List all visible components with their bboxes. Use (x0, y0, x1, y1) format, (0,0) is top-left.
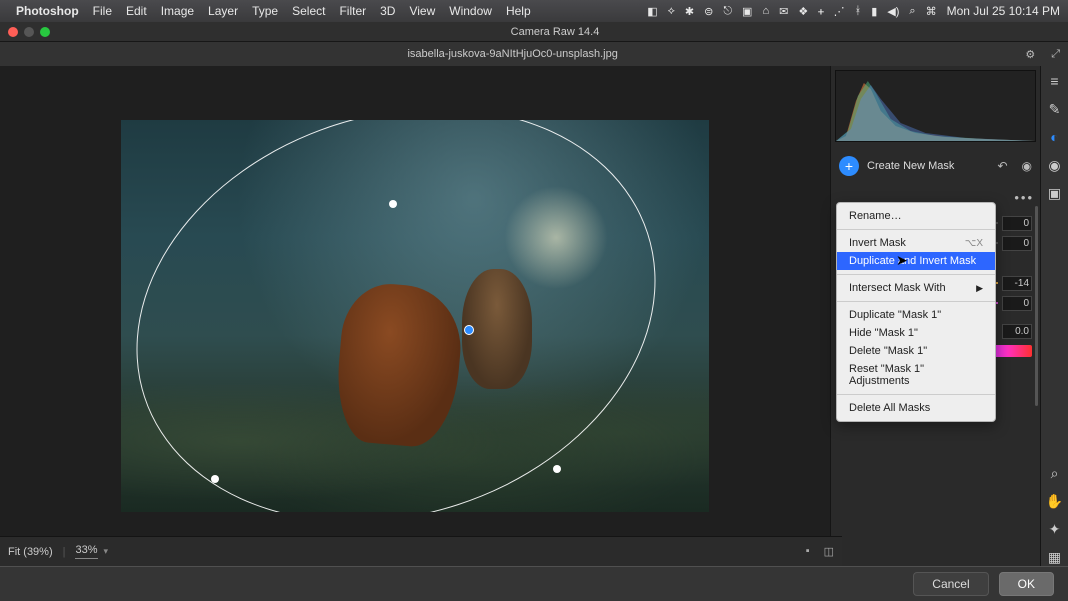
wifi-icon[interactable]: ⋰ (834, 5, 845, 18)
histogram-graph (836, 71, 1035, 141)
window-close-button[interactable] (8, 27, 18, 37)
create-mask-row: + Create New Mask ↶ ◉ (835, 150, 1036, 182)
status-icon[interactable]: ✱ (685, 5, 694, 18)
menu-duplicate-mask[interactable]: Duplicate "Mask 1" (837, 306, 995, 324)
status-icon[interactable]: ᚐ (818, 5, 823, 18)
preset-tool-icon[interactable]: ▣ (1046, 184, 1064, 202)
mask-panel: + Create New Mask ↶ ◉ (831, 146, 1040, 186)
macos-menubar: Photoshop File Edit Image Layer Type Sel… (0, 0, 1068, 22)
fit-display[interactable]: Fit (39%) (8, 546, 53, 558)
create-mask-label: Create New Mask (867, 160, 983, 172)
menu-hide-mask[interactable]: Hide "Mask 1" (837, 324, 995, 342)
menu-help[interactable]: Help (506, 4, 531, 18)
slider-value[interactable]: 0 (1002, 236, 1032, 251)
menu-type[interactable]: Type (252, 4, 278, 18)
menu-3d[interactable]: 3D (380, 4, 395, 18)
grid-tool-icon[interactable]: ▦ (1046, 548, 1064, 566)
edit-tool-icon[interactable]: ≡ (1046, 72, 1064, 90)
cancel-button[interactable]: Cancel (913, 572, 988, 596)
fullscreen-toggle-icon[interactable]: ⤢ (1051, 48, 1060, 61)
app-name[interactable]: Photoshop (16, 4, 79, 18)
menu-image[interactable]: Image (161, 4, 194, 18)
control-center-icon[interactable]: ⌘ (926, 5, 937, 18)
menu-filter[interactable]: Filter (339, 4, 366, 18)
window-titlebar: Camera Raw 14.4 (0, 22, 1068, 42)
ok-button[interactable]: OK (999, 572, 1054, 596)
zoom-dropdown-icon[interactable]: ▾ (104, 546, 109, 557)
canvas-area[interactable] (0, 66, 830, 566)
slider-value[interactable]: 0.0 (1002, 324, 1032, 339)
status-icon[interactable]: ▣ (742, 5, 752, 18)
menu-select[interactable]: Select (292, 4, 325, 18)
menubar-datetime[interactable]: Mon Jul 25 10:14 PM (947, 4, 1060, 18)
menu-invert-mask[interactable]: Invert Mask⌥X (837, 234, 995, 252)
hand-tool-icon[interactable]: ✋ (1046, 492, 1064, 510)
slider-value[interactable]: -14 (1002, 276, 1032, 291)
menu-view[interactable]: View (409, 4, 435, 18)
image-preview[interactable] (121, 120, 709, 512)
status-icon[interactable]: ⟡ (668, 5, 675, 18)
visibility-icon[interactable]: ◉ (1022, 159, 1032, 173)
menu-edit[interactable]: Edit (126, 4, 147, 18)
histogram[interactable] (835, 70, 1036, 142)
status-icon[interactable]: ✉ (779, 5, 788, 18)
status-icon[interactable]: ⌂ (762, 5, 769, 17)
redeye-tool-icon[interactable]: ◉ (1046, 156, 1064, 174)
zoom-tool-icon[interactable]: ⌕ (1046, 464, 1064, 482)
settings-gear-icon[interactable]: ⚙ (1025, 48, 1035, 61)
document-header: isabella-juskova-9aNItHjuOc0-unsplash.jp… (0, 42, 1068, 66)
mask-handle[interactable] (211, 475, 219, 483)
window-maximize-button[interactable] (40, 27, 50, 37)
menu-delete-all-masks[interactable]: Delete All Masks (837, 399, 995, 417)
status-icon[interactable]: ⊜ (704, 5, 713, 18)
sound-icon[interactable]: ◀) (887, 5, 899, 18)
dialog-footer: Cancel OK (0, 566, 1068, 601)
masking-tool-icon[interactable]: ◐ (1046, 128, 1064, 146)
menu-window[interactable]: Window (449, 4, 492, 18)
zoom-display[interactable]: 33% (75, 544, 97, 559)
tool-rail: ≡ ✎ ◐ ◉ ▣ ⌕ ✋ ✦ ▦ (1040, 66, 1068, 566)
panel-scrollbar[interactable] (1035, 206, 1038, 406)
menu-file[interactable]: File (93, 4, 112, 18)
mask-handle[interactable] (553, 465, 561, 473)
sampler-tool-icon[interactable]: ✦ (1046, 520, 1064, 538)
document-filename: isabella-juskova-9aNItHjuOc0-unsplash.jp… (0, 48, 1025, 60)
mask-handle[interactable] (389, 200, 397, 208)
compare-view-icon[interactable]: ◫ (824, 545, 834, 558)
menu-delete-mask[interactable]: Delete "Mask 1" (837, 342, 995, 360)
slider-value[interactable]: 0 (1002, 216, 1032, 231)
slider-value[interactable]: 0 (1002, 296, 1032, 311)
menu-duplicate-invert-mask[interactable]: Duplicate and Invert Mask (837, 252, 995, 270)
app-menus: Photoshop File Edit Image Layer Type Sel… (16, 4, 531, 18)
battery-icon[interactable]: ▮ (871, 5, 877, 18)
menu-layer[interactable]: Layer (208, 4, 238, 18)
menu-rename[interactable]: Rename… (837, 207, 995, 225)
crop-tool-icon[interactable]: ✎ (1046, 100, 1064, 118)
create-mask-button[interactable]: + (839, 156, 859, 176)
mask-context-menu: Rename… Invert Mask⌥X Duplicate and Inve… (836, 202, 996, 422)
status-icon[interactable]: ⎋ (723, 5, 732, 18)
status-icon[interactable]: ◧ (647, 5, 657, 18)
window-minimize-button[interactable] (24, 27, 34, 37)
traffic-lights (8, 27, 50, 37)
single-view-icon[interactable]: ▪ (806, 545, 810, 558)
menubar-status: ◧ ⟡ ✱ ⊜ ⎋ ▣ ⌂ ✉ ❖ ᚐ ⋰ ᚼ ▮ ◀) ⌕ ⌘ Mon Jul… (647, 4, 1060, 18)
window-title: Camera Raw 14.4 (50, 26, 1060, 38)
search-icon[interactable]: ⌕ (909, 5, 915, 18)
status-bar: Fit (39%) | 33% ▾ ▪ ◫ (0, 536, 842, 566)
bluetooth-icon[interactable]: ᚼ (855, 5, 862, 17)
mask-center-handle[interactable] (464, 325, 474, 335)
menu-reset-mask-adjustments[interactable]: Reset "Mask 1" Adjustments (837, 360, 995, 390)
undo-icon[interactable]: ↶ (997, 159, 1007, 173)
menu-intersect-mask-with[interactable]: Intersect Mask With▶ (837, 279, 995, 297)
submenu-arrow-icon: ▶ (976, 283, 983, 294)
status-icon[interactable]: ❖ (798, 5, 808, 18)
